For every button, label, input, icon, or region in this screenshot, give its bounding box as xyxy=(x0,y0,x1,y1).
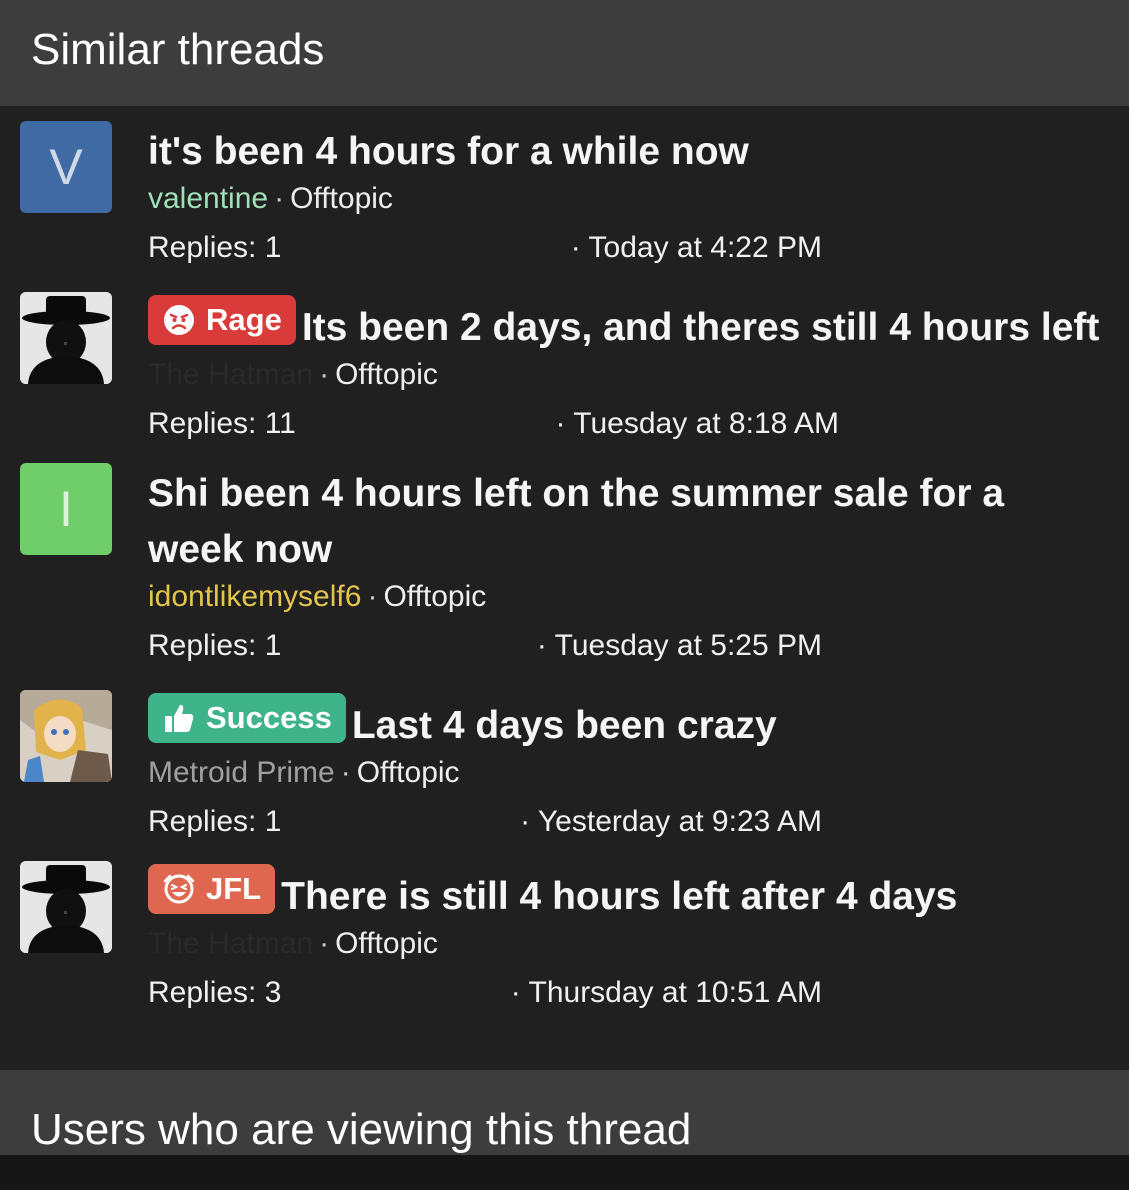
avatar-letter: I xyxy=(59,481,73,537)
replies-count: Replies: 1 xyxy=(148,805,282,838)
separator: · xyxy=(555,407,566,440)
separator: · xyxy=(367,580,378,613)
thread-title[interactable]: it's been 4 hours for a while now xyxy=(148,130,749,173)
viewers-header: Users who are viewing this thread xyxy=(0,1070,1129,1155)
similar-threads-list: V it's been 4 hours for a while now vale… xyxy=(0,106,1129,1070)
thread-title[interactable]: Shi been 4 hours left on the summer sale… xyxy=(148,472,1004,571)
separator: · xyxy=(319,358,330,391)
separator: · xyxy=(536,629,547,662)
thread-title[interactable]: Its been 2 days, and theres still 4 hour… xyxy=(302,306,1100,349)
hatman-avatar-image xyxy=(20,861,112,953)
replies-count: Replies: 1 xyxy=(148,231,282,264)
thread-date[interactable]: Thursday at 10:51 AM xyxy=(529,976,823,1009)
separator: · xyxy=(520,805,531,838)
thread-author[interactable]: The Hatman xyxy=(148,927,313,960)
thread-date[interactable]: Yesterday at 9:23 AM xyxy=(538,805,822,838)
hatman-avatar[interactable] xyxy=(20,292,112,384)
prefix-label: JFL xyxy=(206,871,262,906)
anime-character-avatar-image xyxy=(20,690,112,782)
laughing-face-icon xyxy=(163,874,195,904)
replies-count: Replies: 11 xyxy=(148,407,296,440)
separator: · xyxy=(510,976,521,1009)
thread-forum[interactable]: Offtopic xyxy=(335,358,438,391)
similar-threads-header: Similar threads xyxy=(0,0,1129,106)
thread-date[interactable]: Tuesday at 5:25 PM xyxy=(555,629,822,662)
anime-character-avatar[interactable] xyxy=(20,690,112,782)
thread-title[interactable]: There is still 4 hours left after 4 days xyxy=(281,875,957,918)
thread-author[interactable]: valentine xyxy=(148,182,268,215)
thread-author[interactable]: Metroid Prime xyxy=(148,756,335,789)
avatar-letter: V xyxy=(49,139,83,195)
thread-title[interactable]: Last 4 days been crazy xyxy=(352,704,777,747)
prefix-badge-rage[interactable]: Rage xyxy=(148,295,296,345)
thread-forum[interactable]: Offtopic xyxy=(335,927,438,960)
thread-forum[interactable]: Offtopic xyxy=(357,756,460,789)
angry-face-icon xyxy=(164,305,194,335)
separator: · xyxy=(319,927,330,960)
avatar[interactable]: I xyxy=(20,463,112,555)
thread-date[interactable]: Tuesday at 8:18 AM xyxy=(573,407,839,440)
separator: · xyxy=(570,231,581,264)
replies-count: Replies: 3 xyxy=(148,976,282,1009)
thread-author[interactable]: idontlikemyself6 xyxy=(148,580,361,613)
prefix-badge-success[interactable]: Success xyxy=(148,693,346,743)
separator: · xyxy=(340,756,351,789)
prefix-badge-jfl[interactable]: JFL xyxy=(148,864,276,914)
separator: · xyxy=(274,182,285,215)
hatman-avatar[interactable] xyxy=(20,861,112,953)
thread-author[interactable]: The Hatman xyxy=(148,358,313,391)
thumbs-up-icon xyxy=(165,704,194,732)
thread-forum[interactable]: Offtopic xyxy=(383,580,486,613)
prefix-label: Success xyxy=(206,700,332,735)
prefix-label: Rage xyxy=(206,302,282,337)
replies-count: Replies: 1 xyxy=(148,629,282,662)
thread-forum[interactable]: Offtopic xyxy=(290,182,393,215)
hatman-avatar-image xyxy=(20,292,112,384)
thread-date[interactable]: Today at 4:22 PM xyxy=(589,231,822,264)
avatar[interactable]: V xyxy=(20,121,112,213)
